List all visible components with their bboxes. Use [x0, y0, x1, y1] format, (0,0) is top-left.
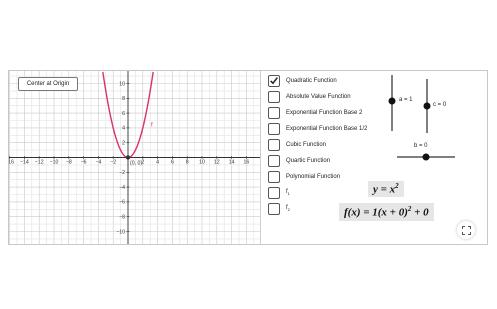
- y-tick-label: −2: [119, 170, 125, 176]
- expand-icon: [461, 225, 471, 235]
- y-tick-label: 6: [122, 111, 125, 117]
- polynomial-checkbox[interactable]: [268, 170, 280, 183]
- slider-graphics: [388, 75, 455, 161]
- checkbox-row-quadratic[interactable]: Quadratic Function: [268, 74, 337, 87]
- y-tick-label: 2: [122, 141, 125, 147]
- x-tick-label: −6: [81, 160, 87, 166]
- checkbox-row-exphalf[interactable]: Exponential Function Base 1/2: [268, 122, 367, 135]
- center-at-origin-button[interactable]: Center at Origin: [18, 77, 78, 91]
- exponential-base-2-label: Exponential Function Base 2: [286, 109, 363, 116]
- slider-a-label: a = 1: [399, 97, 413, 103]
- checkbox-row-cubic[interactable]: Cubic Function: [268, 138, 326, 151]
- origin-label: (0, 0): [130, 161, 142, 167]
- graph-view[interactable]: −16−14−12−10−8−6−4−2246810121416108642−2…: [9, 71, 260, 244]
- slider-a-handle[interactable]: [388, 97, 396, 105]
- f2-checkbox[interactable]: [268, 202, 280, 215]
- slider-c-label: c = 0: [433, 102, 447, 108]
- exponential-base-half-checkbox[interactable]: [268, 122, 280, 135]
- f2-label: f2: [286, 204, 290, 213]
- simple-formula: y = x2: [368, 181, 404, 197]
- cubic-checkbox[interactable]: [268, 138, 280, 151]
- absolute-value-checkbox[interactable]: [268, 90, 280, 103]
- curve-label: f: [151, 122, 153, 128]
- y-tick-label: −4: [119, 185, 125, 191]
- y-tick-label: 8: [122, 96, 125, 102]
- polynomial-label: Polynomial Function: [286, 173, 341, 180]
- y-tick-label: −6: [119, 200, 125, 206]
- x-tick-label: −2: [110, 160, 116, 166]
- x-tick-label: 6: [171, 160, 174, 166]
- checkbox-row-exp2[interactable]: Exponential Function Base 2: [268, 106, 362, 119]
- checkbox-row-absolute[interactable]: Absolute Value Function: [268, 90, 351, 103]
- y-tick-label: −8: [119, 215, 125, 221]
- x-tick-label: −10: [50, 160, 59, 166]
- slider-c-handle[interactable]: [423, 102, 431, 110]
- origin-point: [125, 155, 131, 160]
- x-tick-label: −14: [20, 160, 29, 166]
- slider-panel: a = 1 c = 0 b = 0: [387, 71, 487, 171]
- applet-frame: −16−14−12−10−8−6−4−2246810121416108642−2…: [8, 70, 488, 245]
- y-tick-label: −10: [116, 229, 125, 235]
- f1-checkbox[interactable]: [268, 186, 280, 199]
- x-tick-label: 4: [156, 160, 159, 166]
- exponential-base-half-label: Exponential Function Base 1/2: [286, 125, 368, 132]
- x-tick-label: −8: [66, 160, 72, 166]
- x-tick-label: 16: [244, 160, 250, 166]
- x-tick-label: 12: [214, 160, 220, 166]
- x-tick-label: −16: [9, 160, 14, 166]
- x-tick-label: 10: [199, 160, 205, 166]
- checkmark-icon: [270, 77, 278, 85]
- full-formula: f(x) = 1(x + 0)2 + 0: [339, 203, 434, 221]
- slider-b-handle[interactable]: [422, 153, 430, 161]
- checkbox-row-f1[interactable]: f1: [268, 186, 290, 199]
- quartic-checkbox[interactable]: [268, 154, 280, 167]
- quartic-label: Quartic Function: [286, 157, 331, 164]
- checkbox-row-f2[interactable]: f2: [268, 202, 290, 215]
- checkbox-row-polynomial[interactable]: Polynomial Function: [268, 170, 340, 183]
- quadratic-checkbox[interactable]: [268, 74, 280, 87]
- graph-canvas[interactable]: −16−14−12−10−8−6−4−2246810121416108642−2…: [9, 71, 260, 244]
- panel-divider: [260, 71, 261, 244]
- x-tick-label: 14: [229, 160, 235, 166]
- absolute-value-label: Absolute Value Function: [286, 93, 351, 100]
- y-tick-label: 4: [122, 126, 125, 132]
- checkbox-row-quartic[interactable]: Quartic Function: [268, 154, 330, 167]
- exponential-base-2-checkbox[interactable]: [268, 106, 280, 119]
- x-tick-label: 8: [186, 160, 189, 166]
- cubic-label: Cubic Function: [286, 141, 327, 148]
- fullscreen-icon[interactable]: [457, 221, 475, 239]
- x-tick-label: −4: [95, 160, 101, 166]
- y-tick-label: 10: [119, 81, 125, 87]
- slider-b-label: b = 0: [414, 143, 428, 149]
- f1-label: f1: [286, 188, 290, 197]
- x-tick-label: −12: [35, 160, 44, 166]
- quadratic-label: Quadratic Function: [286, 77, 337, 84]
